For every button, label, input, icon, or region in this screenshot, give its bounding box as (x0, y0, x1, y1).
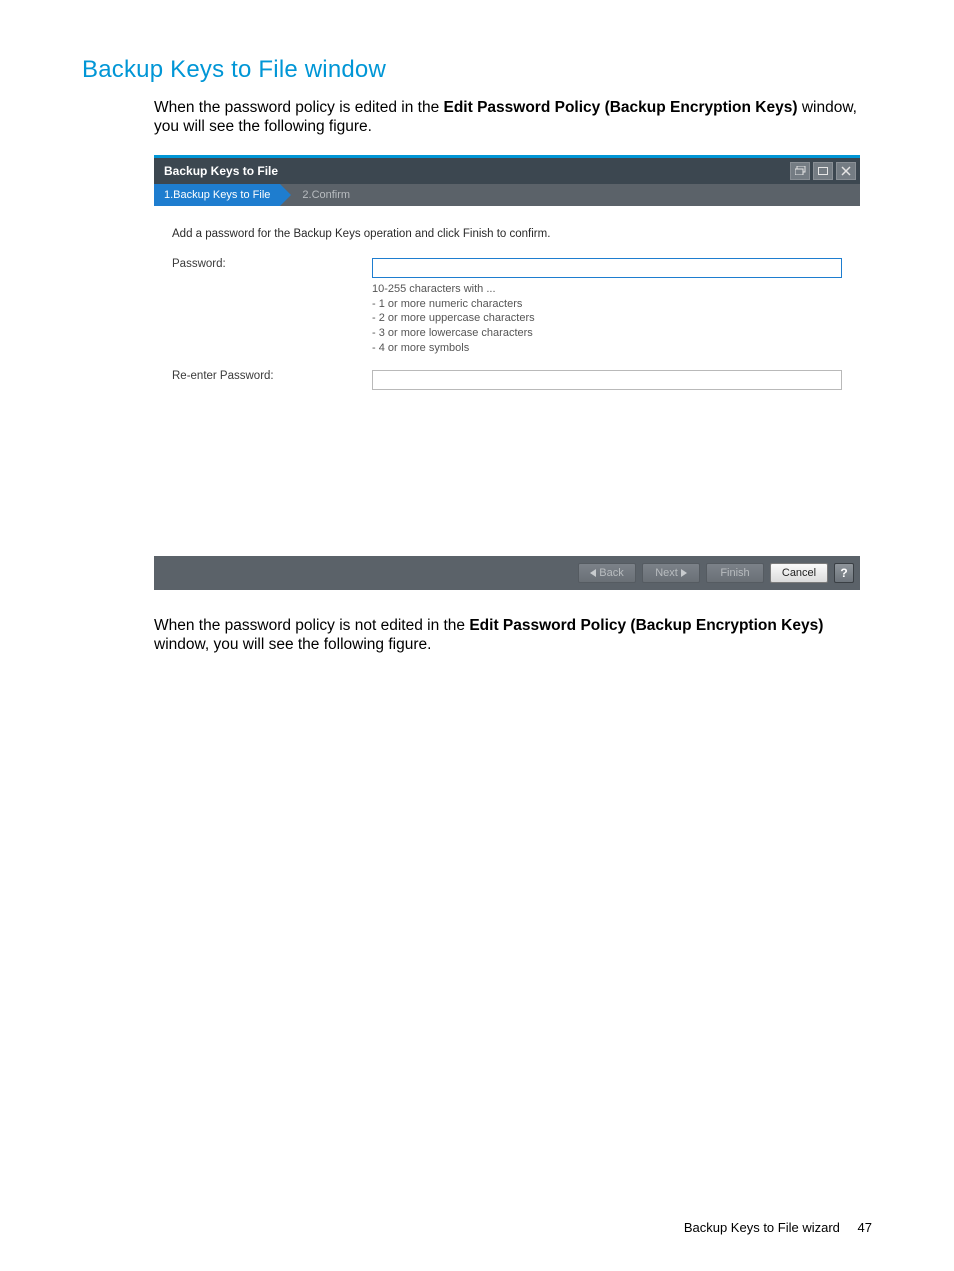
dialog-footer: Back Next Finish Cancel ? (154, 556, 860, 590)
password-input[interactable] (372, 258, 842, 278)
reenter-password-input[interactable] (372, 370, 842, 390)
hint-line: - 2 or more uppercase characters (372, 311, 842, 326)
footer-text: Backup Keys to File wizard (684, 1220, 840, 1235)
dialog-body: Add a password for the Backup Keys opera… (154, 206, 860, 556)
finish-label: Finish (720, 567, 749, 579)
password-label: Password: (172, 258, 372, 270)
post-post: window, you will see the following figur… (154, 636, 431, 653)
password-hints: 10-255 characters with ... - 1 or more n… (372, 282, 842, 356)
dialog-instruction: Add a password for the Backup Keys opera… (172, 228, 842, 240)
cancel-button[interactable]: Cancel (770, 563, 828, 583)
reenter-password-row: Re-enter Password: (172, 370, 842, 390)
hint-line: - 1 or more numeric characters (372, 297, 842, 312)
hint-line: 10-255 characters with ... (372, 282, 842, 297)
intro-bold: Edit Password Policy (Backup Encryption … (444, 99, 798, 116)
chevron-right-icon (681, 569, 687, 577)
dialog-titlebar: Backup Keys to File (154, 158, 860, 184)
reenter-password-label: Re-enter Password: (172, 370, 372, 382)
cancel-label: Cancel (782, 567, 816, 579)
window-controls (790, 162, 856, 180)
chevron-left-icon (590, 569, 596, 577)
post-paragraph: When the password policy is not edited i… (154, 616, 872, 655)
close-icon[interactable] (836, 162, 856, 180)
help-icon: ? (840, 566, 847, 580)
help-button[interactable]: ? (834, 563, 854, 583)
dialog-title: Backup Keys to File (164, 164, 278, 178)
post-bold: Edit Password Policy (Backup Encryption … (469, 617, 823, 634)
intro-pre: When the password policy is edited in th… (154, 99, 444, 116)
step-inactive: 2.Confirm (294, 189, 358, 201)
back-label: Back (599, 567, 623, 579)
step-active: 1.Backup Keys to File (154, 184, 280, 206)
page-footer: Backup Keys to File wizard 47 (684, 1220, 872, 1235)
dialog-figure: Backup Keys to File 1.Backup Keys to Fil… (154, 155, 860, 590)
wizard-steps: 1.Backup Keys to File 2.Confirm (154, 184, 860, 206)
section-heading: Backup Keys to File window (82, 56, 872, 84)
page-number: 47 (858, 1220, 872, 1235)
next-label: Next (655, 567, 678, 579)
hint-line: - 3 or more lowercase characters (372, 326, 842, 341)
maximize-icon[interactable] (813, 162, 833, 180)
finish-button[interactable]: Finish (706, 563, 764, 583)
restore-down-icon[interactable] (790, 162, 810, 180)
intro-paragraph: When the password policy is edited in th… (154, 98, 872, 137)
password-row: Password: 10-255 characters with ... - 1… (172, 258, 842, 356)
post-pre: When the password policy is not edited i… (154, 617, 469, 634)
next-button[interactable]: Next (642, 563, 700, 583)
hint-line: - 4 or more symbols (372, 341, 842, 356)
back-button[interactable]: Back (578, 563, 636, 583)
